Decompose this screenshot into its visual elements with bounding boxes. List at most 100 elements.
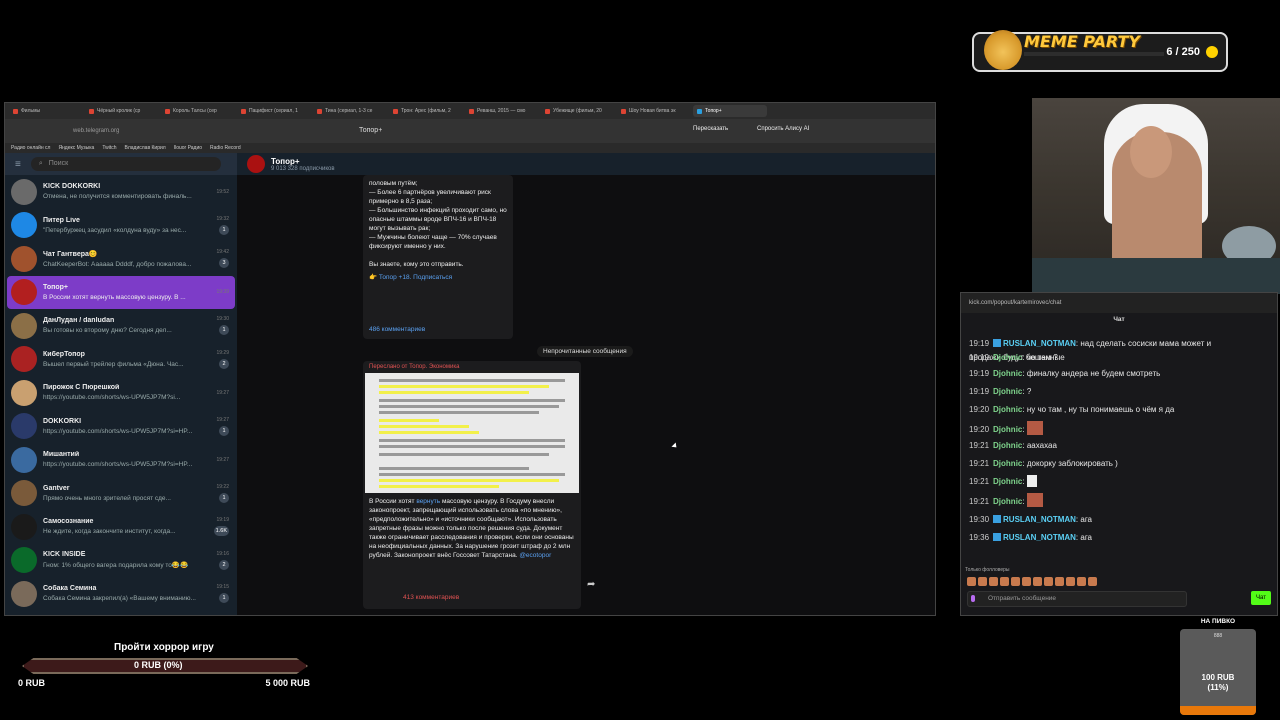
comments-button[interactable]: 486 комментариев bbox=[369, 326, 425, 333]
chat-username[interactable]: Djohnic bbox=[993, 477, 1022, 486]
browser-tab[interactable]: Тина (сериал, 1-3 се bbox=[313, 105, 387, 117]
chat-username[interactable]: RUSLAN_NOTMAN bbox=[1003, 515, 1076, 524]
chat-item[interactable]: Питер Live "Петербуржец засудил «колдуна … bbox=[7, 209, 235, 242]
mic-icon[interactable] bbox=[971, 595, 975, 602]
browser-tab-active[interactable]: Топор+ bbox=[693, 105, 767, 117]
page-title: Топор+ bbox=[359, 127, 383, 134]
message-time: 19:21 bbox=[969, 477, 990, 486]
chat-item[interactable]: Самосознание Не ждите, когда закончите ин… bbox=[7, 510, 235, 543]
chat-time: 19:30 bbox=[216, 316, 229, 322]
browser-window: Фильмы Чёрный кролик (ср Король Талсы (с… bbox=[4, 102, 936, 616]
chat-avatar bbox=[11, 580, 37, 607]
bookmark-item[interactable]: Яндекс Музыка bbox=[58, 145, 94, 151]
channel-name[interactable]: Топор+ bbox=[271, 157, 335, 166]
browser-tab[interactable]: Король Талсы (сер bbox=[161, 105, 235, 117]
share-icon[interactable]: ➦ bbox=[587, 579, 595, 590]
chat-name: Мишантий bbox=[43, 451, 80, 458]
chat-time: 19:29 bbox=[216, 349, 229, 356]
unread-badge: 3 bbox=[219, 258, 229, 268]
send-chat-button[interactable]: Чат bbox=[1251, 591, 1271, 605]
chat-input[interactable]: Отправить сообщение bbox=[967, 591, 1187, 607]
message-text: : bbox=[1022, 425, 1025, 434]
message-text: : финалку андера не будем смотреть bbox=[1022, 369, 1161, 378]
document-image[interactable] bbox=[365, 373, 579, 493]
chat-avatar bbox=[11, 212, 37, 238]
chat-time: 19:22 bbox=[216, 483, 229, 490]
chat-item[interactable]: КиберТопор Вышел первый трейлер фильма «Д… bbox=[7, 343, 235, 376]
chat-item[interactable]: Топор+ В России хотят вернуть массовую це… bbox=[7, 275, 235, 309]
chat-header: Топор+ 9 013 328 подписчиков bbox=[237, 153, 935, 175]
chat-item[interactable]: Gantver Прямо очень много зрителей просят… bbox=[7, 477, 235, 510]
streamer-face bbox=[1130, 126, 1172, 178]
emote[interactable] bbox=[967, 577, 976, 586]
chat-item[interactable]: DOKKORKI https://youtube.com/shorts/ws-UP… bbox=[7, 410, 235, 443]
chat-preview: Вы готовы ко второму дню? Сегодня дел... bbox=[43, 327, 172, 334]
emote[interactable] bbox=[1000, 577, 1009, 586]
emote[interactable] bbox=[1044, 577, 1053, 586]
chat-item[interactable]: Собака Семина Собака Семина закрепил(а) «… bbox=[7, 577, 235, 610]
chat-username[interactable]: Djohnic bbox=[993, 425, 1022, 434]
bookmark-item[interactable]: Twitch bbox=[102, 145, 116, 151]
browser-tab[interactable]: Трон: Арес (фильм, 2 bbox=[389, 105, 463, 117]
subscribe-link[interactable]: 👉 Топор +18. Подписаться bbox=[363, 273, 513, 281]
chat-item[interactable]: KICK INSIDE Гном: 1% общего вагера подари… bbox=[7, 544, 235, 577]
chat-username[interactable]: Djohnic bbox=[993, 459, 1022, 468]
chat-username[interactable]: Djohnic bbox=[993, 387, 1022, 396]
mouse-cursor-icon bbox=[671, 442, 679, 450]
browser-tab[interactable]: Реванш, 2015 — смо bbox=[465, 105, 539, 117]
chat-item[interactable]: Мишантий https://youtube.com/shorts/ws-UP… bbox=[7, 443, 235, 476]
browser-tab[interactable]: Шоу Новая битва эк bbox=[617, 105, 691, 117]
emote[interactable] bbox=[1055, 577, 1064, 586]
bookmark-item[interactable]: Ilouor Радио bbox=[174, 145, 202, 151]
emote[interactable] bbox=[1022, 577, 1031, 586]
emote[interactable] bbox=[1088, 577, 1097, 586]
url-field[interactable]: web.telegram.org bbox=[73, 128, 119, 134]
browser-tab[interactable]: Убежище (фильм, 20 bbox=[541, 105, 615, 117]
chat-time: 19:39 bbox=[216, 289, 229, 295]
emote[interactable] bbox=[989, 577, 998, 586]
inline-link[interactable]: вернуть bbox=[416, 498, 440, 505]
chat-username[interactable]: Djohnic bbox=[993, 405, 1022, 414]
message-text: : ну чо там , ну ты понимаешь о чём я да bbox=[1022, 405, 1175, 414]
beer-title: НА ПИВКО bbox=[1200, 618, 1236, 625]
chat-item[interactable]: Пирожок С Пюрешкой https://youtube.com/sh… bbox=[7, 376, 235, 409]
bookmark-item[interactable]: Radio Record bbox=[210, 145, 241, 151]
chat-avatar bbox=[11, 547, 37, 573]
chat-message: 19:30 RUSLAN_NOTMAN: ага bbox=[969, 513, 1269, 527]
translate-button[interactable]: Пересказать bbox=[693, 126, 728, 132]
chat-url[interactable]: kick.com/popout/kartemirovec/chat bbox=[969, 300, 1061, 306]
chat-username[interactable]: Djohnic bbox=[993, 497, 1022, 506]
emote[interactable] bbox=[978, 577, 987, 586]
browser-tab[interactable]: Пацифист (сериал, 1 bbox=[237, 105, 311, 117]
bookmark-item[interactable]: Радио онлайн сл bbox=[11, 145, 50, 151]
chat-username[interactable]: RUSLAN_NOTMAN bbox=[1003, 533, 1076, 542]
favicon-icon bbox=[89, 108, 94, 114]
menu-icon[interactable]: ≡ bbox=[15, 159, 21, 170]
alice-button[interactable]: Спросить Алису AI bbox=[757, 126, 809, 132]
beer-box: 888 100 RUB (11%) bbox=[1180, 629, 1256, 715]
chat-name: Чат Гантвера😊 bbox=[43, 250, 98, 258]
hashtag-link[interactable]: @ecotopor bbox=[518, 552, 551, 559]
forwarded-from[interactable]: Переслано от Топор. Экономика bbox=[363, 361, 581, 373]
chat-username[interactable]: RUSLAN_NOTMAN bbox=[1003, 339, 1076, 348]
emote[interactable] bbox=[1066, 577, 1075, 586]
chat-avatar bbox=[11, 480, 37, 506]
chat-item[interactable]: Чат Гантвера😊 ChatKeeperBot: Аааааа Ddddf… bbox=[7, 242, 235, 275]
message-time: 19:19 bbox=[969, 387, 990, 396]
chat-item[interactable]: ДанЛудан / danludan Вы готовы ко второму … bbox=[7, 309, 235, 342]
emote[interactable] bbox=[1077, 577, 1086, 586]
bookmark-item[interactable]: Владислав Кирил bbox=[125, 145, 166, 151]
comments-button[interactable]: 413 комментариев bbox=[403, 594, 459, 601]
chat-name: DOKKORKI bbox=[43, 417, 82, 425]
chat-item[interactable]: KICK DOKKORKI Отмена, не получится коммен… bbox=[7, 175, 235, 208]
emote[interactable] bbox=[1033, 577, 1042, 586]
goal-title: Пройти хоррор игру bbox=[114, 642, 214, 653]
browser-tab[interactable]: Чёрный кролик (ср bbox=[85, 105, 159, 117]
chat-username[interactable]: Djohnic bbox=[993, 369, 1022, 378]
browser-tab[interactable]: Фильмы bbox=[9, 105, 83, 117]
emote[interactable] bbox=[1011, 577, 1020, 586]
goal-min: 0 RUB bbox=[18, 678, 46, 688]
chat-username[interactable]: Djohnic bbox=[993, 441, 1022, 450]
chat-username[interactable]: Djohnic bbox=[993, 353, 1022, 362]
search-input[interactable]: ⌕ Поиск bbox=[30, 157, 221, 171]
